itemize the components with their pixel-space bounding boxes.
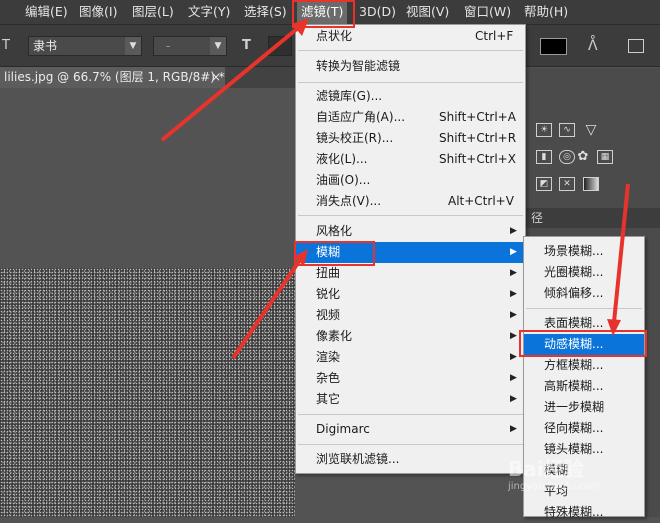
font-family-select[interactable]: 隶书 ▼ [28, 36, 142, 56]
submenu-item-box-blur[interactable]: 方框模糊... [524, 355, 644, 376]
menu-item-lens-correction[interactable]: 镜头校正(R)... Shift+Ctrl+R [296, 128, 525, 149]
menu-separator [298, 82, 523, 83]
paths-tab[interactable]: 径 [525, 208, 660, 228]
menu-image[interactable]: 图像(I) [75, 0, 121, 24]
font-size-icon: T [242, 38, 251, 53]
font-size-field[interactable] [268, 36, 292, 56]
submenu-arrow-icon: ▶ [510, 289, 517, 299]
annotation-box-blur-item [294, 241, 375, 266]
menu-window[interactable]: 窗口(W) [460, 0, 515, 24]
submenu-arrow-icon: ▶ [510, 247, 517, 257]
menu-item-liquify[interactable]: 液化(L)... Shift+Ctrl+X [296, 149, 525, 170]
menu-item-render[interactable]: 渲染 ▶ [296, 347, 525, 368]
menu-3d[interactable]: 3D(D) [355, 0, 400, 24]
submenu-item-iris-blur[interactable]: 光圈模糊... [524, 262, 644, 283]
annotation-box-filter-menu [292, 0, 355, 28]
submenu-item-tilt-shift[interactable]: 倾斜偏移... [524, 283, 644, 304]
menu-layer[interactable]: 图层(L) [128, 0, 178, 24]
menu-separator [298, 50, 523, 51]
gradient-map-icon[interactable] [583, 177, 599, 191]
baidu-jingyan-watermark: Bai经验 jingyan.baidu.com [508, 458, 628, 502]
submenu-arrow-icon: ▶ [510, 394, 517, 404]
text-tool-icon[interactable]: T [2, 39, 16, 53]
menu-separator [298, 444, 523, 445]
menu-item-stylize[interactable]: 风格化 ▶ [296, 221, 525, 242]
camera-icon[interactable]: ◎ [559, 150, 575, 164]
submenu-arrow-icon: ▶ [510, 331, 517, 341]
submenu-arrow-icon: ▶ [510, 424, 517, 434]
invert-icon[interactable]: ◩ [536, 177, 552, 191]
submenu-item-field-blur[interactable]: 场景模糊... [524, 241, 644, 262]
chevron-down-icon: ▼ [210, 37, 226, 55]
document-title: lilies.jpg @ 66.7% (图层 1, RGB/8#) * [4, 70, 225, 84]
menu-edit[interactable]: 编辑(E) [21, 0, 72, 24]
submenu-item-blur-more[interactable]: 进一步模糊 [524, 397, 644, 418]
brightness-icon[interactable]: ☀ [536, 123, 552, 137]
annotation-box-motion-blur [519, 330, 647, 357]
paths-tab-label: 径 [531, 211, 544, 225]
document-tab[interactable]: lilies.jpg @ 66.7% (图层 1, RGB/8#) * × [0, 67, 225, 88]
menu-item-digimarc[interactable]: Digimarc ▶ [296, 419, 525, 440]
menu-item-filter-gallery[interactable]: 滤镜库(G)... [296, 86, 525, 107]
menu-item-pixelate[interactable]: 像素化 ▶ [296, 326, 525, 347]
submenu-arrow-icon: ▶ [510, 310, 517, 320]
menu-item-pointillize[interactable]: 点状化 Ctrl+F [296, 26, 525, 47]
close-icon[interactable]: × [211, 67, 221, 88]
menu-item-other[interactable]: 其它 ▶ [296, 389, 525, 410]
menu-type[interactable]: 文字(Y) [184, 0, 234, 24]
font-family-value: 隶书 [33, 39, 58, 53]
warp-text-icon[interactable]: ᐰ [588, 39, 602, 53]
submenu-arrow-icon: ▶ [510, 352, 517, 362]
text-color-swatch[interactable] [540, 38, 567, 55]
submenu-item-radial-blur[interactable]: 径向模糊... [524, 418, 644, 439]
menu-separator [526, 308, 642, 309]
menu-item-adaptive-wide-angle[interactable]: 自适应广角(A)... Shift+Ctrl+A [296, 107, 525, 128]
menu-separator [298, 215, 523, 216]
menu-item-browse-filters-online[interactable]: 浏览联机滤镜... [296, 449, 525, 470]
curves-icon[interactable]: ∿ [559, 123, 575, 137]
menu-item-oil-paint[interactable]: 油画(O)... [296, 170, 525, 191]
menu-item-video[interactable]: 视频 ▶ [296, 305, 525, 326]
submenu-arrow-icon: ▶ [510, 268, 517, 278]
menu-view[interactable]: 视图(V) [402, 0, 453, 24]
threshold-icon[interactable]: ✕ [559, 177, 575, 191]
watermark-url-text: jingyan.baidu.com [508, 481, 601, 492]
menu-select[interactable]: 选择(S) [240, 0, 291, 24]
menu-item-noise[interactable]: 杂色 ▶ [296, 368, 525, 389]
menu-item-sharpen[interactable]: 锐化 ▶ [296, 284, 525, 305]
character-panel-icon[interactable] [628, 39, 644, 53]
font-style-select[interactable]: - ▼ [153, 36, 227, 56]
chevron-down-icon: ▼ [125, 37, 141, 55]
menu-item-convert-smart-filters[interactable]: 转换为智能滤镜 [296, 56, 525, 77]
menu-separator [298, 414, 523, 415]
levels-icon[interactable]: ▮ [536, 150, 552, 164]
submenu-arrow-icon: ▶ [510, 226, 517, 236]
document-tab-bar: lilies.jpg @ 66.7% (图层 1, RGB/8#) * × [0, 67, 295, 88]
noise-image-canvas[interactable] [0, 268, 295, 517]
submenu-item-smart-blur[interactable]: 特殊模糊... [524, 502, 644, 523]
submenu-item-gaussian-blur[interactable]: 高斯模糊... [524, 376, 644, 397]
grid-icon[interactable]: ▦ [597, 150, 613, 164]
menu-help[interactable]: 帮助(H) [520, 0, 572, 24]
font-style-value: - [166, 39, 171, 53]
triangle-icon[interactable]: ▽ [583, 123, 599, 137]
submenu-arrow-icon: ▶ [510, 373, 517, 383]
menu-item-distort[interactable]: 扭曲 ▶ [296, 263, 525, 284]
watermark-logo-text: Bai经验 [508, 457, 584, 481]
channel-mixer-icon[interactable]: ✿ [575, 150, 591, 164]
menu-item-vanishing-point[interactable]: 消失点(V)... Alt+Ctrl+V [296, 191, 525, 212]
